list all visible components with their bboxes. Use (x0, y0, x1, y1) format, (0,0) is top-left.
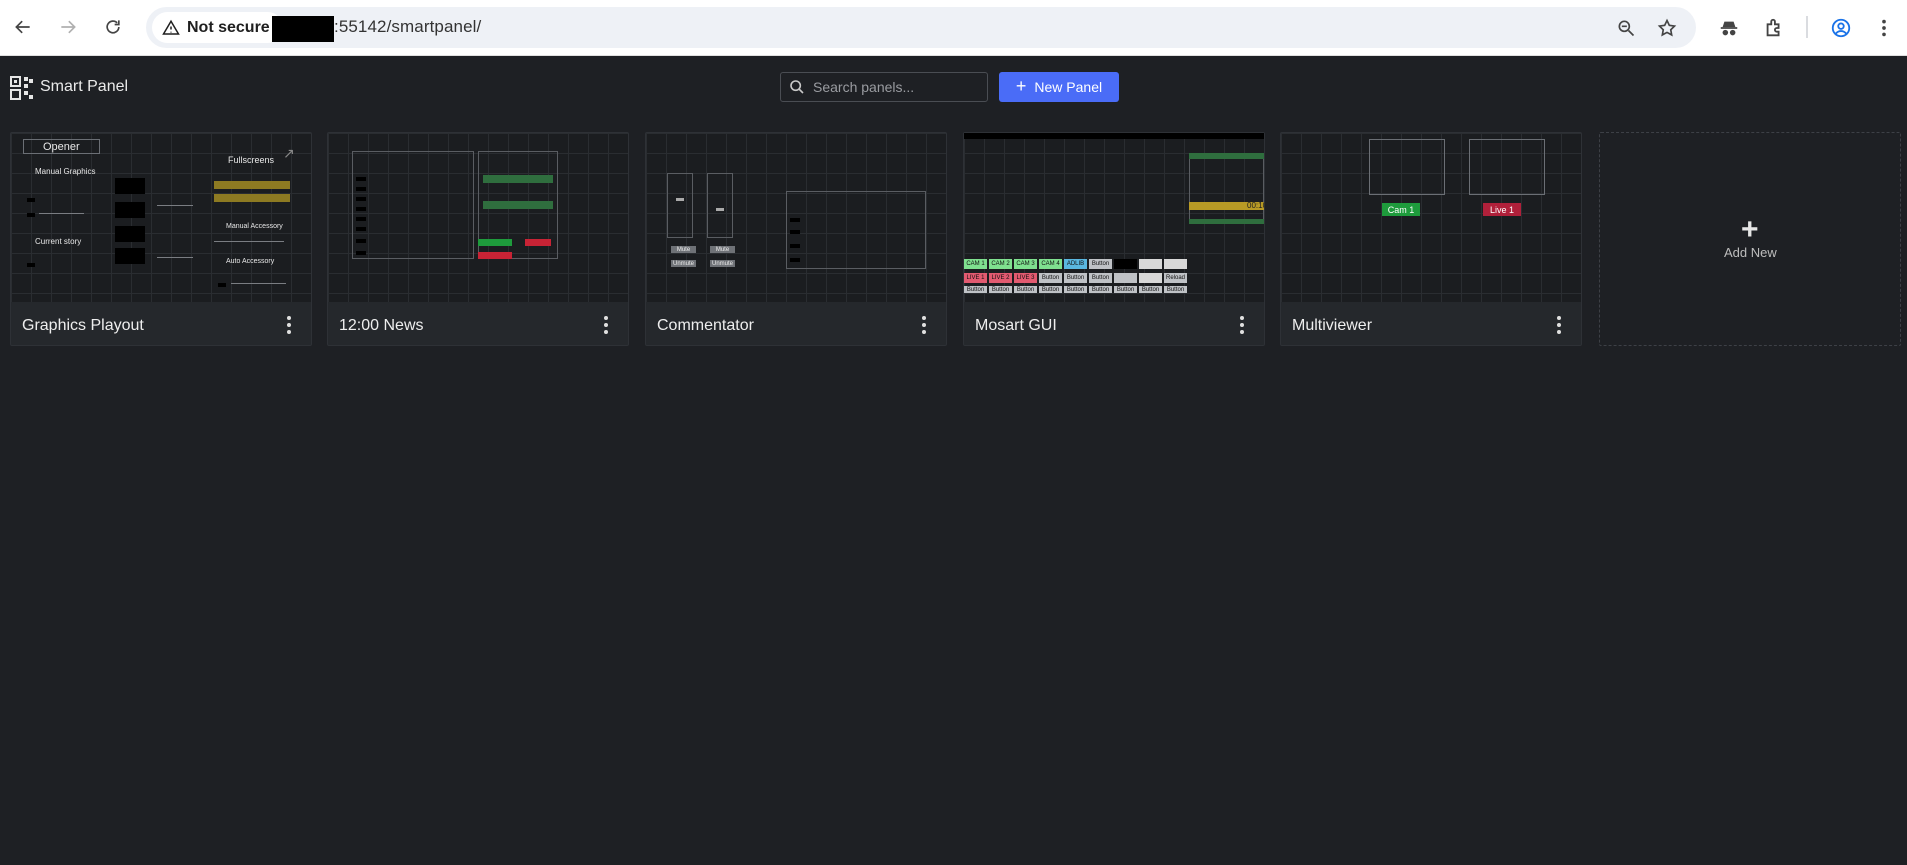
add-new-label: Add New (1724, 245, 1777, 260)
panel-card-commentator[interactable]: Mute Mute Unmute Unmute Commentator (645, 132, 947, 346)
security-label: Not secure (187, 18, 270, 36)
external-link-icon[interactable]: ↗ (283, 145, 295, 162)
preview-btn: Button (1139, 286, 1162, 293)
preview-mute-2: Mute (710, 246, 735, 253)
panel-preview: Cam 1 Live 1 (1281, 133, 1581, 302)
panel-title[interactable]: 12:00 News (339, 317, 424, 335)
plus-icon: + (1015, 76, 1027, 96)
panel-card-graphics-playout[interactable]: Opener Manual Graphics Current story Ful… (10, 132, 312, 346)
preview-live-button-1: Button (1039, 273, 1062, 283)
panel-menu-icon[interactable] (1234, 313, 1250, 337)
preview-fullscreens: Fullscreens (228, 155, 275, 165)
panel-title[interactable]: Multiviewer (1292, 317, 1372, 335)
panel-title[interactable]: Mosart GUI (975, 317, 1057, 335)
preview-cam-tally: Cam 1 (1382, 203, 1420, 216)
preview-reload: Reload (1164, 273, 1187, 283)
panel-preview (328, 133, 628, 302)
incognito-icon[interactable] (1714, 13, 1744, 43)
forward-icon[interactable] (53, 12, 83, 42)
warning-icon (162, 19, 180, 35)
reload-icon[interactable] (98, 12, 128, 42)
preview-auto-accessory: Auto Accessory (226, 258, 275, 265)
preview-btn: Button (1164, 286, 1187, 293)
back-icon[interactable] (8, 12, 38, 42)
panel-menu-icon[interactable] (281, 313, 297, 337)
preview-manual-graphics: Manual Graphics (35, 167, 96, 176)
panel-menu-icon[interactable] (1551, 313, 1567, 337)
panel-card-multiviewer[interactable]: Cam 1 Live 1 Multiviewer (1280, 132, 1582, 346)
search-box[interactable] (780, 72, 988, 102)
preview-cam-1: CAM 1 (964, 259, 987, 269)
preview-btn: Button (1014, 286, 1037, 293)
preview-live-1: LIVE 1 (964, 273, 987, 283)
panel-preview: Opener Manual Graphics Current story Ful… (11, 133, 311, 302)
preview-adlib: ADLIB (1064, 259, 1087, 269)
panel-menu-icon[interactable] (916, 313, 932, 337)
preview-live-3: LIVE 3 (1014, 273, 1037, 283)
profile-icon[interactable] (1826, 13, 1856, 43)
preview-opener: Opener (43, 141, 80, 153)
panel-preview: Mute Mute Unmute Unmute (646, 133, 946, 302)
add-new-panel-card[interactable]: + Add New (1599, 132, 1901, 346)
preview-mute-1: Mute (671, 246, 696, 253)
browser-toolbar: Not secure :55142/smartpanel/ (0, 0, 1907, 56)
panel-menu-icon[interactable] (598, 313, 614, 337)
preview-live-button-3: Button (1089, 273, 1112, 283)
new-panel-button[interactable]: + New Panel (999, 72, 1119, 102)
panel-preview: 00:10 CAM 1 CAM 2 CAM 3 CAM 4 ADLIB Butt… (964, 133, 1264, 302)
preview-btn: Button (1089, 286, 1112, 293)
preview-cam-4: CAM 4 (1039, 259, 1062, 269)
preview-live-button-2: Button (1064, 273, 1087, 283)
redacted-host (272, 16, 334, 42)
preview-live-tally: Live 1 (1483, 203, 1521, 216)
search-icon (790, 80, 804, 94)
smart-panel-logo-icon (10, 76, 33, 100)
url-text[interactable]: :55142/smartpanel/ (334, 17, 481, 37)
preview-btn: Button (1039, 286, 1062, 293)
more-menu-icon[interactable] (1869, 13, 1899, 43)
panel-card-mosart-gui[interactable]: 00:10 CAM 1 CAM 2 CAM 3 CAM 4 ADLIB Butt… (963, 132, 1265, 346)
preview-live-2: LIVE 2 (989, 273, 1012, 283)
preview-btn: Button (1114, 286, 1137, 293)
panel-title[interactable]: Graphics Playout (22, 317, 144, 335)
preview-current-story: Current story (35, 237, 82, 246)
preview-btn: Button (989, 286, 1012, 293)
panel-card-12-00-news[interactable]: 12:00 News (327, 132, 629, 346)
preview-clock: 00:10 (1247, 201, 1264, 210)
add-plus-icon: + (1741, 213, 1759, 246)
preview-cam-2: CAM 2 (989, 259, 1012, 269)
panel-title[interactable]: Commentator (657, 317, 754, 335)
preview-manual-accessory: Manual Accessory (226, 223, 283, 230)
new-panel-label: New Panel (1034, 79, 1103, 95)
preview-cam-3: CAM 3 (1014, 259, 1037, 269)
search-input[interactable] (813, 79, 983, 95)
preview-button-top: Button (1089, 259, 1112, 269)
zoom-icon[interactable] (1614, 16, 1638, 40)
toolbar-divider (1806, 16, 1808, 38)
preview-unmute-2: Unmute (710, 260, 735, 267)
address-bar[interactable]: Not secure :55142/smartpanel/ (146, 7, 1696, 48)
preview-unmute-1: Unmute (671, 260, 696, 267)
preview-btn: Button (1064, 286, 1087, 293)
app-title: Smart Panel (40, 78, 129, 95)
bookmark-star-icon[interactable] (1655, 16, 1679, 40)
preview-btn: Button (964, 286, 987, 293)
security-chip[interactable]: Not secure (152, 12, 283, 43)
extensions-icon[interactable] (1759, 13, 1789, 43)
